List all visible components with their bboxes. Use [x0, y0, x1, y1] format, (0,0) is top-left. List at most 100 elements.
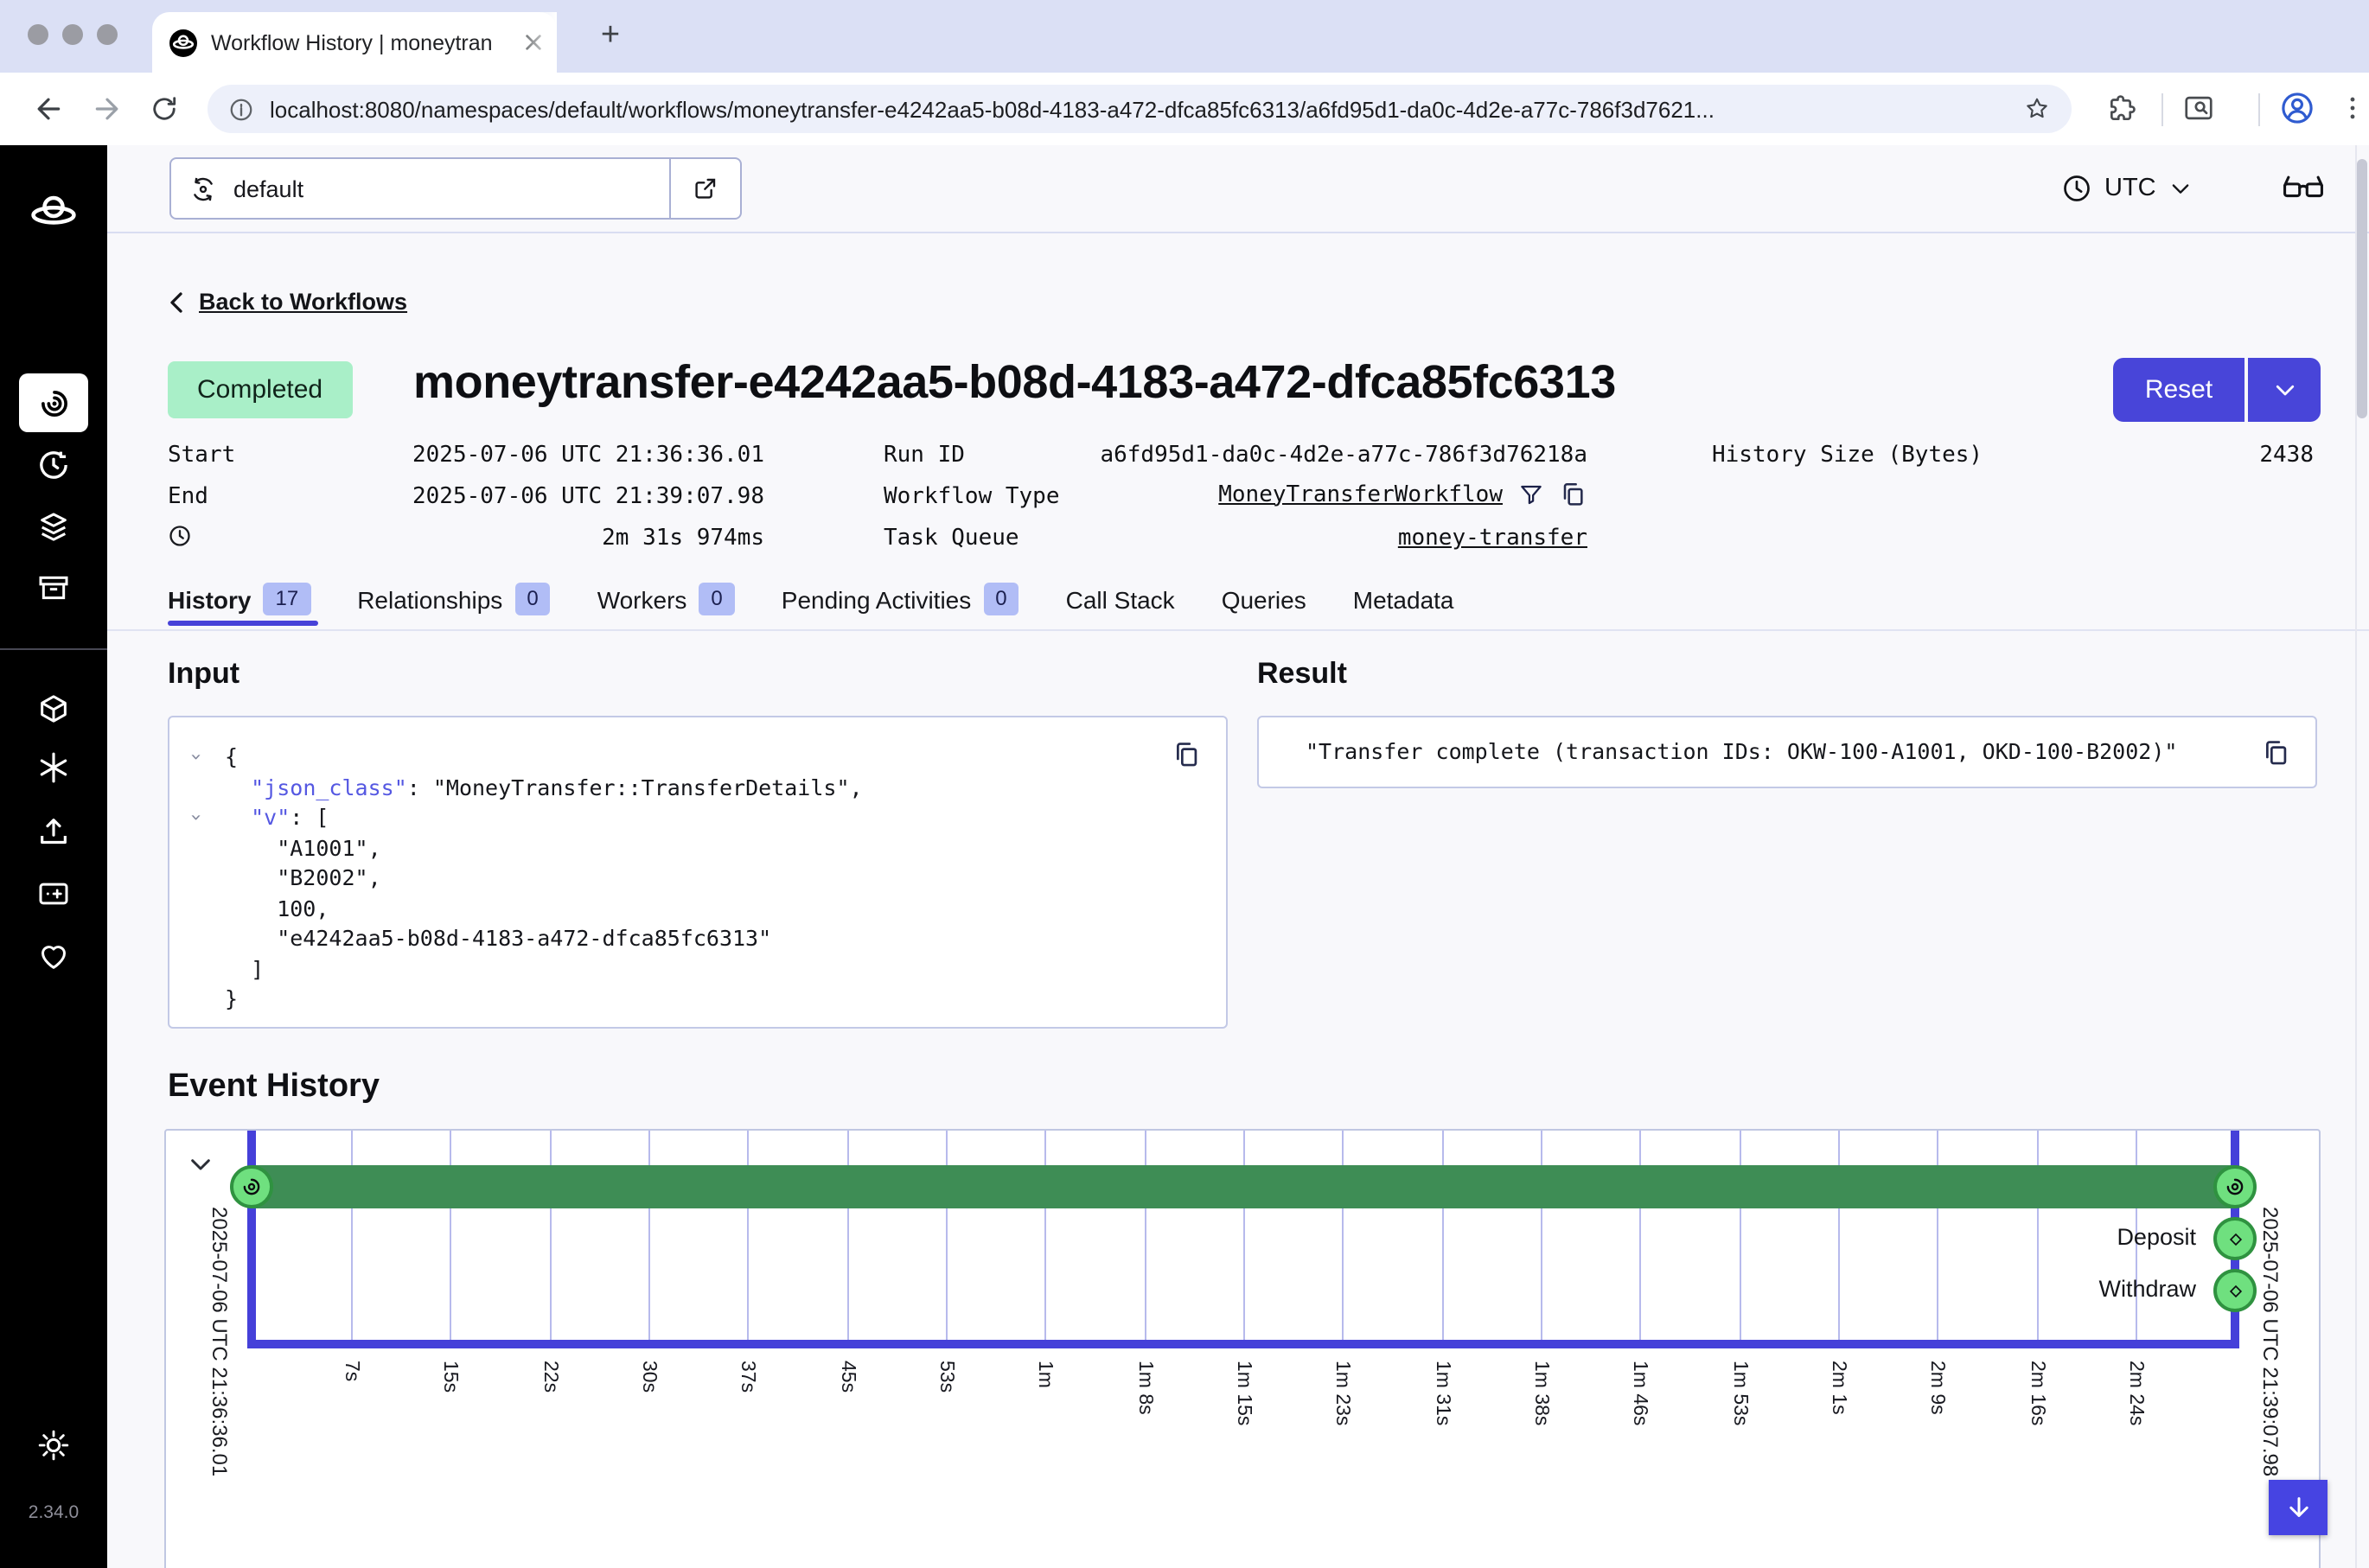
timeline-tick-label: 45s	[836, 1361, 857, 1393]
timeline-tick-label: 1m 53s	[1729, 1361, 1750, 1425]
window-close-dot[interactable]	[28, 24, 48, 45]
url-bar[interactable]: localhost:8080/namespaces/default/workfl…	[208, 85, 2072, 133]
timeline-tick-label: 1m 15s	[1233, 1361, 1254, 1425]
copy-workflow-type-icon[interactable]	[1560, 481, 1587, 508]
event-spiral-icon	[2224, 1176, 2246, 1198]
new-tab-button[interactable]: +	[588, 14, 633, 59]
top-bar: default UTC	[107, 145, 2369, 233]
browser-tab-strip: Workflow History | moneytran +	[0, 0, 2369, 73]
sidebar-item-nexus[interactable]	[36, 750, 71, 785]
sidebar-item-archive[interactable]	[36, 570, 71, 605]
back-icon[interactable]	[31, 92, 66, 126]
timeline-gridline	[1838, 1131, 1840, 1340]
theme-toggle-sun-icon[interactable]	[36, 1428, 71, 1463]
temporal-favicon	[169, 29, 197, 56]
tab-relationships[interactable]: Relationships0	[357, 583, 551, 615]
timeline-tick-label: 53s	[935, 1361, 956, 1393]
sidebar-item-batch-operations[interactable]	[36, 510, 71, 545]
sidebar-item-labs[interactable]	[36, 876, 71, 911]
timeline-tick-label: 2m 1s	[1828, 1361, 1849, 1415]
timeline-gridline	[2037, 1131, 2039, 1340]
temporal-logo[interactable]	[28, 187, 80, 239]
tab-pending-activities[interactable]: Pending Activities0	[782, 583, 1019, 615]
task-queue-link[interactable]: money-transfer	[1398, 526, 1587, 551]
timezone-value: UTC	[2104, 175, 2156, 202]
timeline-gridline	[1541, 1131, 1542, 1340]
sidebar-item-feedback[interactable]	[36, 939, 71, 973]
browser-tab[interactable]: Workflow History | moneytran	[152, 12, 557, 73]
profile-avatar-icon[interactable]	[2279, 90, 2315, 126]
active-tab-underline	[168, 621, 318, 626]
timeline-gridline	[748, 1131, 750, 1340]
timeline-tick-label: 15s	[439, 1361, 460, 1393]
workflow-end-marker[interactable]	[2213, 1165, 2257, 1208]
toolbar-divider	[2161, 93, 2163, 126]
copy-result-icon[interactable]	[2262, 738, 2291, 768]
tab-history[interactable]: History17	[168, 583, 310, 615]
history-size-label: History Size (Bytes)	[1712, 443, 1983, 468]
extensions-icon[interactable]	[2106, 92, 2139, 124]
external-link-icon	[692, 175, 719, 202]
tab-call-stack[interactable]: Call Stack	[1066, 585, 1175, 613]
timeline-gridline	[846, 1131, 848, 1340]
page-scrollbar-thumb[interactable]	[2357, 159, 2367, 418]
bookmark-star-icon[interactable]	[2023, 95, 2051, 123]
result-heading: Result	[1257, 657, 1347, 692]
filter-funnel-icon[interactable]	[1518, 481, 1544, 507]
chevron-down-icon	[2168, 176, 2193, 201]
workflow-type-link[interactable]: MoneyTransferWorkflow	[1218, 481, 1503, 507]
input-heading: Input	[168, 657, 239, 692]
app-version: 2.34.0	[0, 1502, 107, 1523]
namespace-external-link[interactable]	[671, 157, 742, 220]
namespace-icon	[188, 174, 218, 203]
toolbar-divider-2	[2258, 93, 2260, 126]
tab-queries[interactable]: Queries	[1222, 585, 1306, 613]
timeline-tick-label: 2m 24s	[2125, 1361, 2146, 1425]
browser-menu-kebab-icon[interactable]	[2338, 93, 2367, 123]
app-sidebar: 2.34.0	[0, 145, 107, 1568]
forward-icon[interactable]	[90, 92, 125, 126]
back-to-workflows-link[interactable]: Back to Workflows	[168, 289, 407, 315]
workflow-title: moneytransfer-e4242aa5-b08d-4183-a472-df…	[413, 356, 1616, 410]
tab-title: Workflow History | moneytran	[211, 30, 517, 54]
deposit-label: Deposit	[2117, 1224, 2196, 1250]
status-badge: Completed	[168, 361, 352, 418]
event-spiral-icon	[240, 1176, 263, 1198]
scroll-to-bottom-button[interactable]	[2269, 1480, 2327, 1535]
event-history-timeline: 7s15s22s30s37s45s53s1m1m 8s1m 15s1m 23s1…	[164, 1129, 2321, 1568]
labs-glasses-icon[interactable]	[2283, 173, 2324, 204]
tab-workers[interactable]: Workers0	[597, 583, 735, 615]
timeline-gridline	[1045, 1131, 1047, 1340]
window-zoom-dot[interactable]	[97, 24, 118, 45]
sidebar-item-schedules[interactable]	[36, 448, 71, 482]
url-text[interactable]: localhost:8080/namespaces/default/workfl…	[270, 96, 2023, 122]
site-info-icon[interactable]	[228, 96, 254, 122]
result-value: "Transfer complete (transaction IDs: OKW…	[1306, 738, 2177, 764]
workflow-tabs: History17 Relationships0 Workers0 Pendin…	[168, 583, 1454, 615]
timeline-tick-label: 1m 38s	[1530, 1361, 1551, 1425]
timeline-tick-label: 1m 46s	[1630, 1361, 1651, 1425]
timeline-collapse-chevron-icon[interactable]	[187, 1151, 214, 1179]
sidebar-item-workflows[interactable]	[19, 373, 88, 432]
reset-button[interactable]: Reset	[2113, 358, 2244, 422]
chevron-left-icon	[168, 290, 185, 314]
timeline-gridline	[1144, 1131, 1146, 1340]
withdraw-marker[interactable]	[2213, 1269, 2257, 1312]
tab-relationships-count: 0	[514, 583, 550, 615]
deposit-marker[interactable]	[2213, 1217, 2257, 1260]
sidebar-item-import[interactable]	[36, 814, 71, 849]
reset-dropdown-button[interactable]	[2248, 358, 2321, 422]
sidebar-item-namespaces[interactable]	[36, 692, 71, 726]
copy-input-icon[interactable]	[1172, 740, 1202, 769]
input-code[interactable]: ›{ "json_class": "MoneyTransfer::Transfe…	[187, 742, 1157, 1014]
namespace-selector[interactable]: default	[169, 157, 671, 220]
timezone-selector[interactable]: UTC	[2061, 145, 2193, 232]
tab-history-count: 17	[263, 583, 310, 615]
tab-metadata[interactable]: Metadata	[1353, 585, 1454, 613]
workflow-execution-bar[interactable]	[252, 1165, 2236, 1208]
workflow-start-marker[interactable]	[230, 1165, 273, 1208]
timeline-gridline	[549, 1131, 551, 1340]
reload-icon[interactable]	[149, 93, 180, 124]
search-tabs-icon[interactable]	[2182, 92, 2215, 124]
window-minimize-dot[interactable]	[62, 24, 83, 45]
